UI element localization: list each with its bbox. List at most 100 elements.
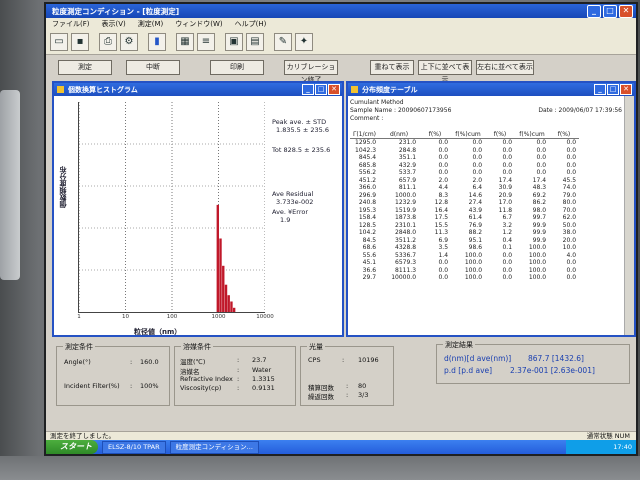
maximize-icon[interactable]: □ — [607, 84, 619, 95]
table-row[interactable]: 240.8 1232.9 12.8 27.4 17.0 86.2 80.0 — [350, 199, 579, 207]
table-cell: 70.0 — [562, 206, 577, 214]
report-icon[interactable]: ▤ — [246, 32, 264, 51]
tile-vertical-button[interactable]: 上下に並べて表示 — [418, 60, 472, 84]
window-controls: _ □ ✕ — [587, 5, 633, 18]
maximize-icon[interactable]: □ — [315, 84, 327, 95]
table-row[interactable]: 1042.3 284.8 0.0 0.0 0.0 0.0 0.0 — [350, 147, 579, 155]
table-title: 分布頻度テーブル — [362, 85, 418, 94]
table-cell: 50.0 — [562, 221, 577, 229]
minimize-icon[interactable]: _ — [594, 84, 606, 95]
tool-icon[interactable]: ✎ — [274, 32, 292, 51]
graph-icon[interactable]: ▮ — [148, 32, 166, 51]
table-row[interactable]: 29.7 10000.0 0.0 100.0 0.0 100.0 0.0 — [350, 274, 579, 282]
table-cell: 100.0 — [464, 274, 483, 281]
table-row[interactable]: 685.8 432.9 0.0 0.0 0.0 0.0 0.0 — [350, 162, 579, 170]
list-icon[interactable]: ≡ — [197, 32, 215, 51]
viscosity-label: Viscosity(cp) — [180, 384, 222, 392]
table-cell: 14.6 — [468, 191, 483, 199]
tile-horizontal-button[interactable]: 左右に並べて表示 — [476, 60, 534, 75]
table-header-cell: f(%)cum — [515, 130, 550, 139]
cps-label: CPS — [308, 356, 321, 364]
settings-icon[interactable]: ⚙ — [120, 32, 138, 51]
table-cell: 0.0 — [536, 146, 547, 154]
table-cell: 0.0 — [438, 154, 449, 161]
histogram-y-axis-label: 個数頻度分布 — [59, 166, 67, 208]
ri-value: 1.3315 — [252, 375, 275, 383]
x-tick-label: 1 — [77, 314, 81, 320]
table-cell: 62.0 — [562, 214, 577, 221]
table-row[interactable]: 104.2 2848.0 11.3 88.2 1.2 99.9 38.0 — [350, 229, 579, 237]
table-row[interactable]: 845.4 351.1 0.0 0.0 0.0 0.0 0.0 — [350, 154, 579, 162]
table-cell: 6.9 — [438, 236, 449, 244]
table-row[interactable]: 68.6 4328.8 3.5 98.6 0.1 100.0 10.0 — [350, 244, 579, 252]
comment-label: Comment : — [350, 115, 384, 122]
table-row[interactable]: 128.5 2310.1 15.5 76.9 3.2 99.9 50.0 — [350, 222, 579, 230]
table-icon[interactable]: ▦ — [176, 32, 194, 51]
print-icon[interactable]: ⎙ — [99, 32, 117, 51]
table-row[interactable]: 451.2 657.9 2.0 2.0 17.4 17.4 45.5 — [350, 177, 579, 185]
table-row[interactable]: 296.9 1000.0 8.3 14.6 20.9 69.2 79.0 — [350, 192, 579, 200]
calibration-end-button[interactable]: カリブレーション終了 — [284, 60, 338, 84]
table-cell: 3.5 — [438, 244, 449, 251]
x-tick-label: 10 — [122, 314, 129, 320]
pd-value: 2.37e-001 [2.63e-001] — [510, 366, 595, 375]
stop-button[interactable]: 中断 — [126, 60, 180, 75]
minimize-icon[interactable]: _ — [302, 84, 314, 95]
pd-label: p.d [p.d ave] — [444, 366, 493, 375]
accum-value: 80 — [358, 382, 367, 390]
save-icon[interactable]: ▪ — [71, 32, 89, 51]
table-cell: 17.0 — [498, 199, 513, 206]
close-icon[interactable]: ✕ — [328, 84, 340, 95]
table-row[interactable]: 45.1 6579.3 0.0 100.0 0.0 100.0 0.0 — [350, 259, 579, 267]
minimize-icon[interactable]: _ — [587, 5, 601, 18]
table-header-cell: f(%)cum — [451, 130, 486, 139]
table-row[interactable]: 195.3 1519.9 16.4 43.9 11.8 98.0 70.0 — [350, 207, 579, 215]
table-row[interactable]: 556.2 533.7 0.0 0.0 0.0 0.0 0.0 — [350, 169, 579, 177]
menu-measure[interactable]: 測定(M) — [138, 19, 164, 29]
table-row[interactable]: 158.4 1873.8 17.5 61.4 6.7 99.7 62.0 — [350, 214, 579, 222]
iteration-value: 1.9 — [280, 216, 291, 224]
table-row[interactable]: 36.6 8111.3 0.0 100.0 0.0 100.0 0.0 — [350, 267, 579, 275]
calendar-icon[interactable]: ▣ — [225, 32, 243, 51]
menu-file[interactable]: ファイル(F) — [52, 19, 90, 29]
close-icon[interactable]: ✕ — [619, 5, 633, 18]
close-icon[interactable]: ✕ — [620, 84, 632, 95]
table-cell: 6.4 — [472, 184, 483, 191]
table-cell: 74.0 — [562, 184, 577, 191]
menu-view[interactable]: 表示(V) — [102, 19, 126, 29]
table-cell: 86.2 — [532, 199, 547, 206]
table-title-bar[interactable]: 分布頻度テーブル _ □ ✕ — [348, 83, 634, 96]
new-file-icon[interactable]: ▭ — [50, 32, 68, 51]
table-row[interactable]: 1295.0 231.0 0.0 0.0 0.0 0.0 0.0 — [350, 139, 579, 147]
maximize-icon[interactable]: □ — [603, 5, 617, 18]
table-row[interactable]: 366.0 811.1 4.4 6.4 30.9 48.3 74.0 — [350, 184, 579, 192]
table-cell: 99.9 — [532, 229, 547, 236]
start-button[interactable]: スタート — [46, 440, 98, 454]
table-cell: 11.3 — [434, 229, 449, 236]
menu-window[interactable]: ウィンドウ(W) — [175, 19, 222, 29]
menu-help[interactable]: ヘルプ(H) — [235, 19, 267, 29]
app-title: 粒度測定コンディション - [粒度測定] — [52, 6, 180, 16]
histogram-title-bar[interactable]: 個数換算ヒストグラム _ □ ✕ — [54, 83, 342, 96]
command-bar: 測定 中断 印刷 カリブレーション終了 重ねて表示 上下に並べて表示 左右に並べ… — [46, 57, 636, 84]
table-cell: 1042.3 — [355, 146, 377, 154]
taskbar-item-elsz[interactable]: ELSZ-8/10 TPAR — [102, 440, 166, 454]
table-cell: 2.0 — [438, 176, 449, 184]
table-cell: 0.0 — [438, 274, 449, 281]
conditions-group: 測定条件 — [56, 342, 170, 406]
table-cell: 100.0 — [528, 251, 547, 259]
table-cell: 100.0 — [528, 244, 547, 251]
table-body: Cumulant Method Sample Name : 2009060717… — [348, 96, 634, 335]
measure-button[interactable]: 測定 — [58, 60, 112, 75]
print-button[interactable]: 印刷 — [210, 60, 264, 75]
table-cell: 1295.0 — [355, 139, 377, 146]
overlay-button[interactable]: 重ねて表示 — [370, 60, 414, 75]
solvent-name-value: Water — [252, 366, 272, 374]
table-cell: 0.0 — [438, 169, 449, 176]
tool2-icon[interactable]: ✦ — [295, 32, 313, 51]
table-row[interactable]: 84.5 3511.2 6.9 95.1 0.4 99.9 20.0 — [350, 237, 579, 245]
table-cell: 0.0 — [438, 139, 449, 146]
table-row[interactable]: 55.6 5336.7 1.4 100.0 0.0 100.0 4.0 — [350, 252, 579, 260]
taskbar-item-condition[interactable]: 粒度測定コンディション... — [169, 440, 259, 454]
table-scrollbar[interactable] — [624, 96, 634, 335]
